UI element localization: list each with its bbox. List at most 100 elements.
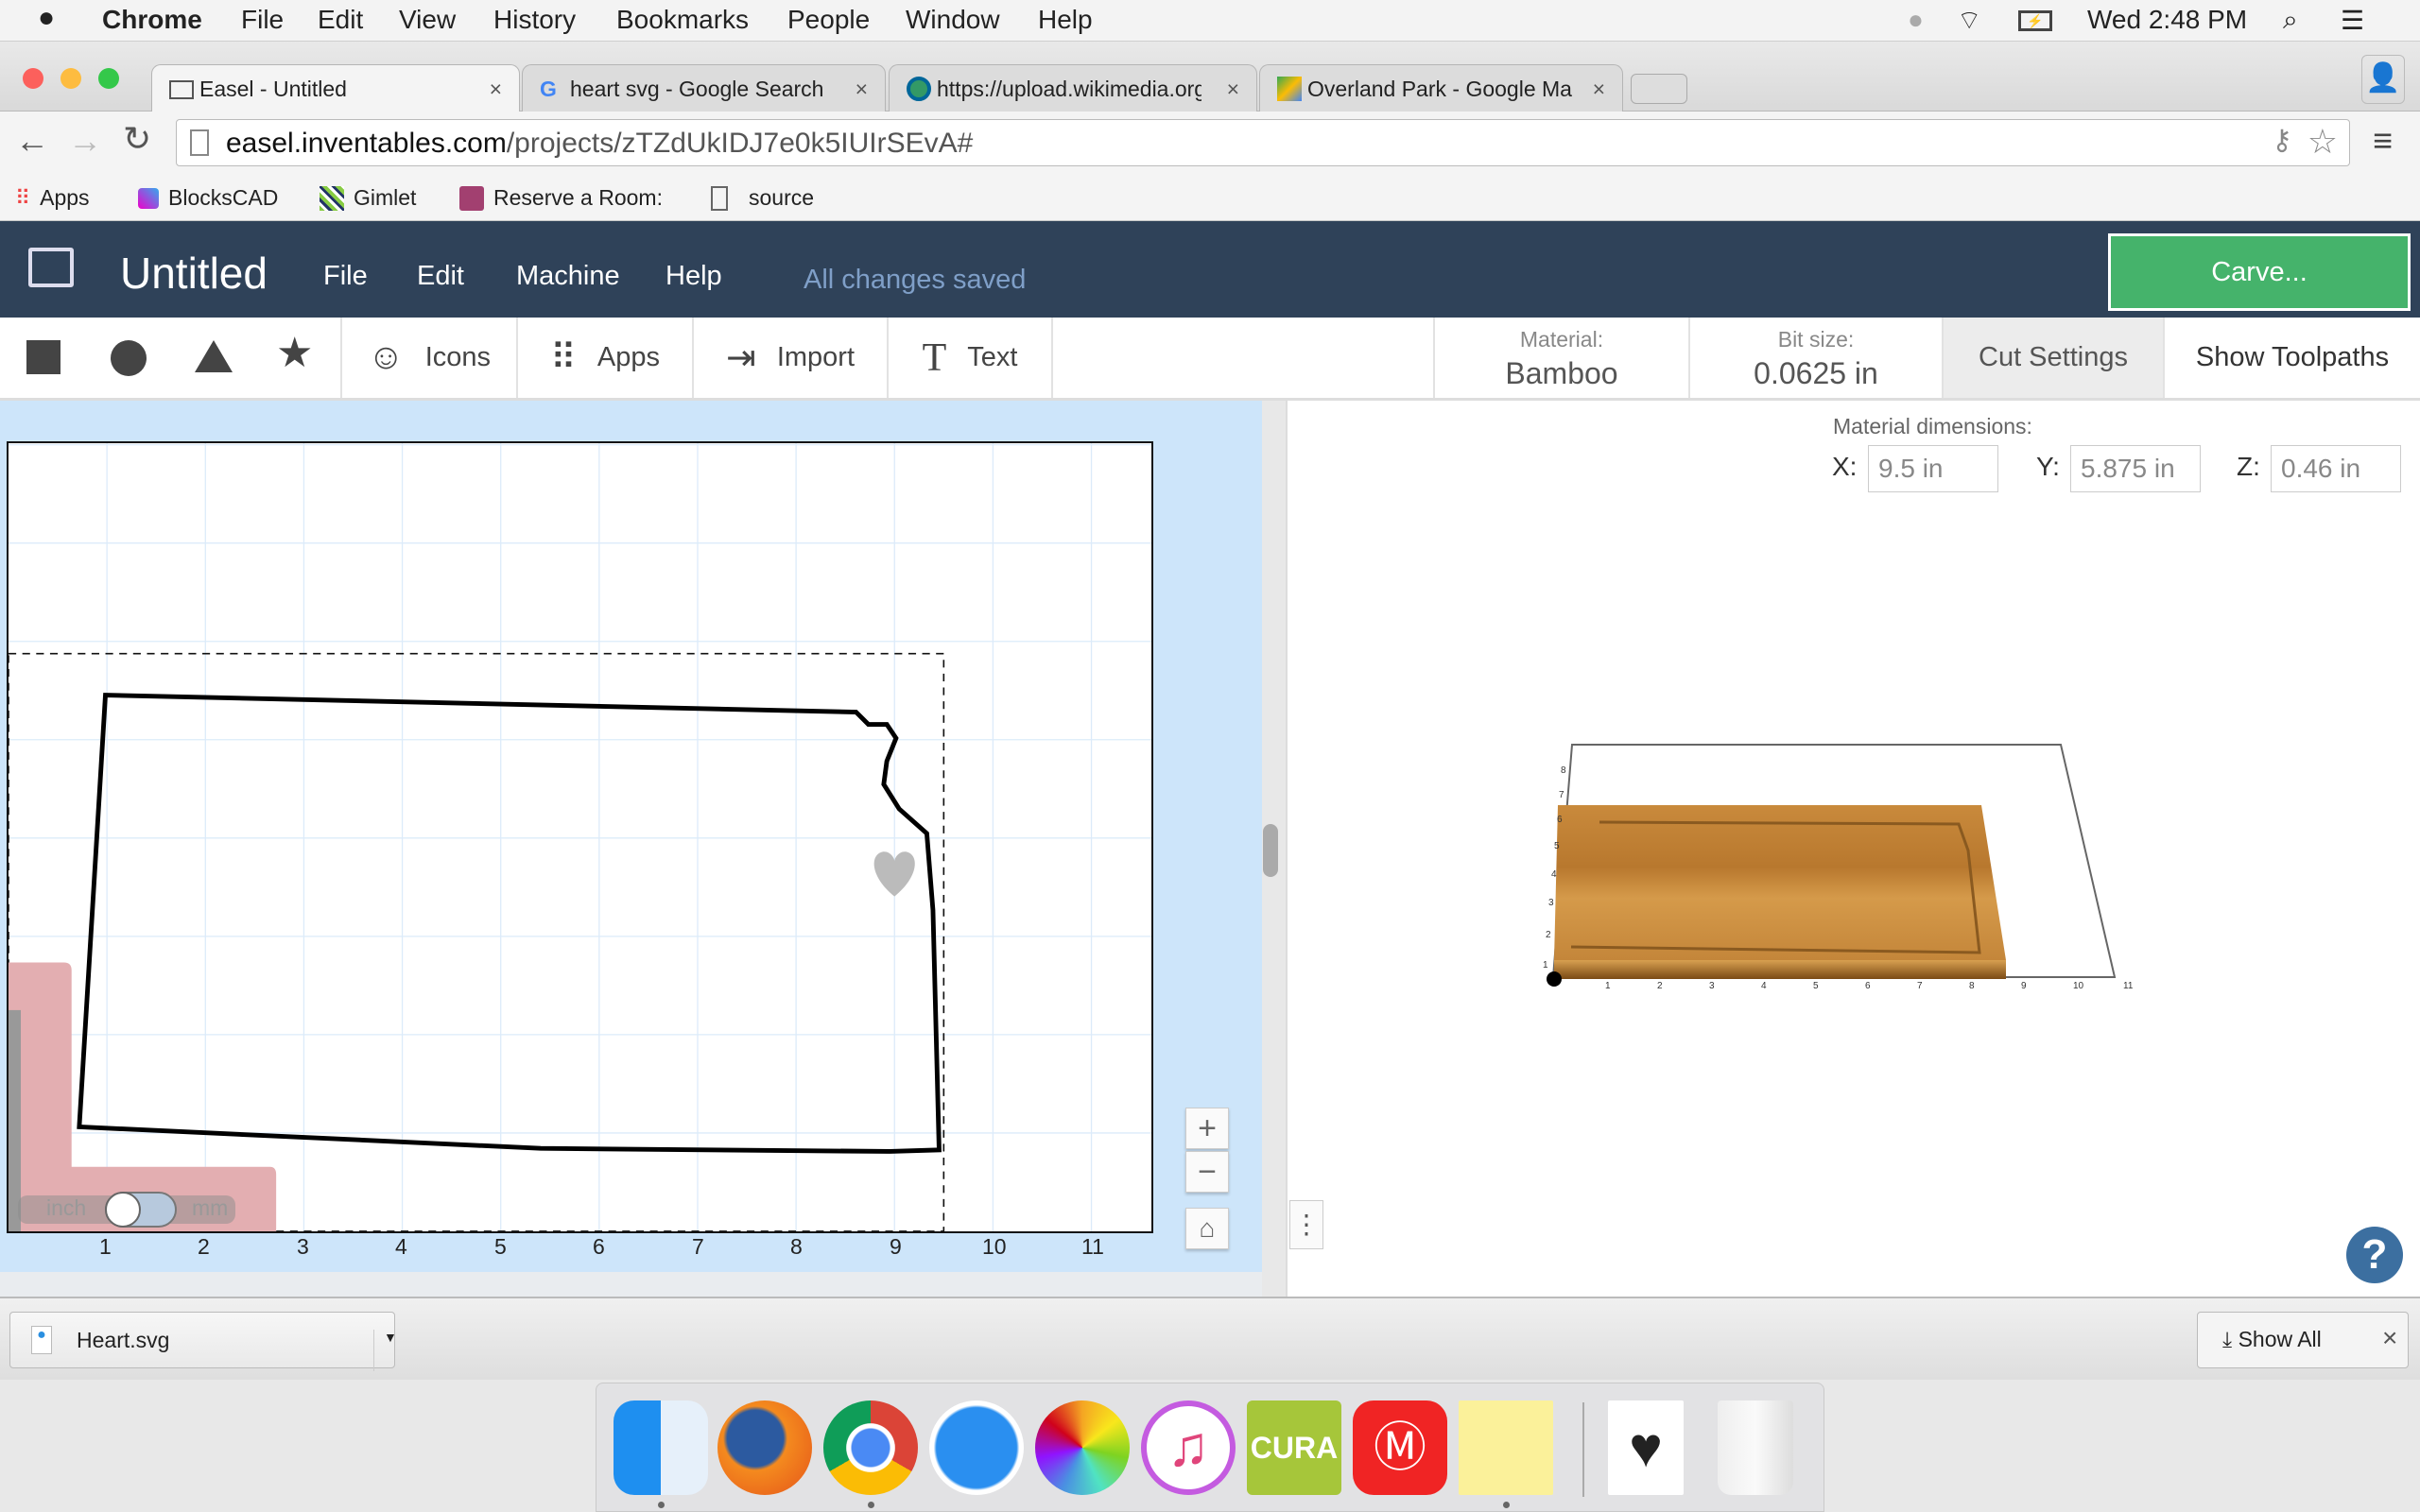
triangle-tool-icon[interactable] (195, 340, 233, 372)
bookmark-gimlet[interactable]: Gimlet (320, 185, 416, 211)
close-window-button[interactable] (23, 68, 43, 89)
close-tab-icon[interactable]: × (1227, 77, 1239, 102)
bookmark-reserve-room[interactable]: Reserve a Room: (459, 185, 663, 211)
close-shelf-icon[interactable]: × (2382, 1323, 2397, 1353)
zoom-in-button[interactable]: + (1185, 1108, 1229, 1149)
material-z-input[interactable]: 0.46 in (2271, 445, 2401, 492)
icons-button[interactable]: ☺ Icons (342, 318, 518, 398)
dock-trash-icon[interactable] (1718, 1400, 1793, 1495)
dock-chrome-icon[interactable] (823, 1400, 918, 1495)
home-view-button[interactable]: ⌂ (1185, 1208, 1229, 1249)
toolbar-row: ← → ↻ easel.inventables.com/projects/zTZ… (0, 112, 2420, 178)
address-bar[interactable]: easel.inventables.com/projects/zTZdUkIDJ… (176, 119, 2350, 166)
close-tab-icon[interactable]: × (490, 77, 502, 102)
bookmark-source[interactable]: source (711, 185, 814, 211)
profile-button[interactable]: 👤 (2361, 55, 2405, 104)
notification-center-icon[interactable]: ☰ (2341, 5, 2364, 36)
menu-file[interactable]: File (241, 5, 284, 35)
menu-history[interactable]: History (493, 5, 576, 35)
x-dim-label: X: (1832, 452, 1858, 481)
dock-photos-icon[interactable] (1035, 1400, 1130, 1495)
unit-inch-label: inch (46, 1195, 87, 1220)
tab-title: Overland Park - Google Maps (1307, 77, 1572, 101)
status-app-icon[interactable]: ● (1908, 5, 1924, 35)
dock-safari-icon[interactable] (929, 1400, 1024, 1495)
import-button[interactable]: ⇥ Import (694, 318, 889, 398)
square-tool-icon[interactable] (26, 340, 60, 374)
carve-button[interactable]: Carve... (2108, 233, 2411, 311)
dock-firefox-icon[interactable] (717, 1400, 812, 1495)
unit-toggle[interactable]: inch mm (18, 1192, 235, 1228)
dock-makerbot-icon[interactable]: Ⓜ (1353, 1400, 1447, 1495)
dock-cura-icon[interactable]: CURA (1247, 1400, 1341, 1495)
download-item[interactable]: ● Heart.svg ▼ (9, 1312, 397, 1371)
project-title[interactable]: Untitled (120, 248, 268, 299)
tab-google-maps[interactable]: Overland Park - Google Maps × (1259, 64, 1623, 112)
apple-icon[interactable]: ● (38, 2, 55, 34)
download-filename: Heart.svg (77, 1328, 170, 1352)
running-indicator (868, 1502, 874, 1508)
panel-resize-handle[interactable] (1263, 824, 1278, 877)
chrome-menu-icon[interactable]: ≡ (2373, 121, 2393, 161)
zoom-out-button[interactable]: − (1185, 1151, 1229, 1193)
tab-google-search[interactable]: G heart svg - Google Search × (522, 64, 886, 112)
bookmark-star-icon[interactable]: ☆ (2308, 122, 2338, 162)
unit-toggle-knob[interactable] (105, 1192, 141, 1228)
zoom-window-button[interactable] (98, 68, 119, 89)
app-menu-edit[interactable]: Edit (417, 261, 464, 292)
design-canvas-panel: inch mm 1 2 3 4 5 6 7 8 9 10 11 + − ⌂ (0, 401, 1278, 1297)
battery-icon[interactable]: ⚡ (2018, 10, 2052, 31)
dock-itunes-icon[interactable]: ♫ (1141, 1400, 1236, 1495)
bookmark-blockscad[interactable]: BlocksCAD (138, 185, 278, 211)
key-icon[interactable]: ⚷ (2272, 124, 2292, 157)
menu-window[interactable]: Window (906, 5, 1000, 35)
reload-icon[interactable]: ↻ (123, 119, 151, 159)
menu-bookmarks[interactable]: Bookmarks (616, 5, 749, 35)
dock-finder-icon[interactable] (614, 1400, 708, 1495)
3d-preview[interactable] (1514, 718, 2176, 1002)
clock[interactable]: Wed 2:48 PM (2087, 5, 2247, 35)
menu-view[interactable]: View (399, 5, 456, 35)
forward-icon[interactable]: → (68, 121, 102, 161)
app-menu-file[interactable]: File (323, 261, 368, 292)
menu-help[interactable]: Help (1038, 5, 1093, 35)
material-y-input[interactable]: 5.875 in (2070, 445, 2201, 492)
help-button[interactable]: ? (2346, 1227, 2403, 1283)
blockscad-icon (138, 187, 159, 209)
wifi-icon[interactable]: ⌔ (1957, 5, 1981, 38)
bookmark-label: Apps (40, 185, 90, 210)
bookmark-apps[interactable]: ⠿ Apps (15, 185, 90, 211)
work-area[interactable]: inch mm (7, 441, 1153, 1233)
preview-tick: 2 (1657, 981, 1663, 991)
app-menu-machine[interactable]: Machine (516, 261, 620, 292)
tab-wikimedia[interactable]: https://upload.wikimedia.org × (889, 64, 1257, 112)
material-x-input[interactable]: 9.5 in (1868, 445, 1998, 492)
easel-logo-icon[interactable] (28, 248, 74, 287)
close-tab-icon[interactable]: × (1593, 77, 1605, 102)
star-tool-icon[interactable]: ★ (276, 329, 313, 377)
text-label: Text (967, 342, 1018, 372)
text-button[interactable]: T Text (889, 318, 1053, 398)
close-tab-icon[interactable]: × (856, 77, 868, 102)
menu-chrome[interactable]: Chrome (102, 5, 202, 35)
dock-heart-file-icon[interactable]: ♥ (1608, 1400, 1684, 1495)
circle-tool-icon[interactable] (111, 340, 147, 376)
bit-size-selector[interactable]: Bit size: 0.0625 in (1688, 318, 1942, 398)
app-menu-help[interactable]: Help (666, 261, 722, 292)
cut-settings-button[interactable]: Cut Settings (1942, 318, 2163, 398)
bookmark-label: Gimlet (354, 185, 417, 210)
material-selector[interactable]: Material: Bamboo (1433, 318, 1688, 398)
spotlight-icon[interactable]: ⌕ (2283, 5, 2298, 36)
minimize-window-button[interactable] (60, 68, 81, 89)
download-menu-caret-icon[interactable]: ▼ (373, 1330, 397, 1371)
more-options-button[interactable]: ⋮ (1289, 1200, 1323, 1249)
new-tab-button[interactable] (1631, 74, 1687, 104)
show-all-button[interactable]: ⤓ Show All (2197, 1312, 2409, 1368)
menu-edit[interactable]: Edit (318, 5, 363, 35)
dock-stickies-icon[interactable] (1459, 1400, 1553, 1495)
menu-people[interactable]: People (787, 5, 870, 35)
apps-button[interactable]: ⠿ Apps (518, 318, 694, 398)
show-toolpaths-button[interactable]: Show Toolpaths (2163, 318, 2420, 398)
back-icon[interactable]: ← (15, 121, 49, 161)
tab-easel[interactable]: Easel - Untitled × (151, 64, 520, 112)
